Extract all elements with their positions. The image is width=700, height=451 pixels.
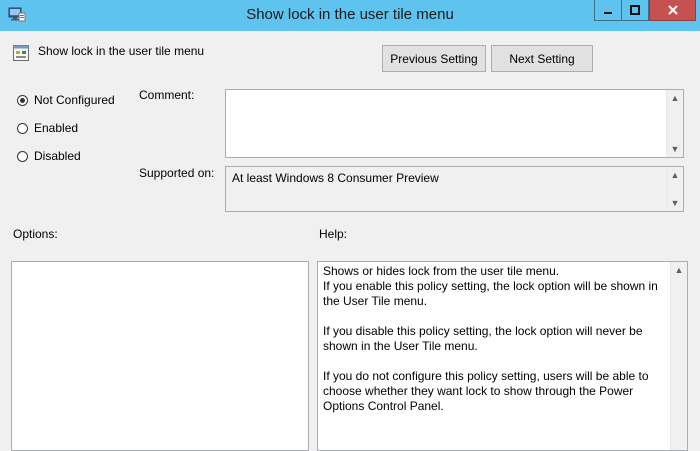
- previous-setting-button[interactable]: Previous Setting: [382, 45, 486, 72]
- scroll-up-icon[interactable]: ▲: [667, 90, 683, 106]
- comment-textbox[interactable]: ▲ ▼: [225, 89, 684, 158]
- help-paragraph: If you do not configure this policy sett…: [323, 369, 649, 413]
- comment-scrollbar[interactable]: ▲ ▼: [666, 90, 683, 157]
- maximize-icon: [630, 5, 640, 15]
- dialog-body: Show lock in the user tile menu Previous…: [0, 31, 700, 451]
- maximize-button[interactable]: [621, 0, 649, 21]
- help-paragraph: If you enable this policy setting, the l…: [323, 279, 658, 308]
- comment-label: Comment:: [139, 88, 195, 102]
- scroll-up-icon[interactable]: ▲: [671, 262, 687, 278]
- minimize-icon: [604, 12, 612, 14]
- supported-on-field[interactable]: At least Windows 8 Consumer Preview ▲ ▼: [225, 166, 684, 212]
- scroll-down-icon[interactable]: ▼: [667, 141, 683, 157]
- help-panel[interactable]: Shows or hides lock from the user tile m…: [317, 261, 688, 451]
- title-bar[interactable]: Show lock in the user tile menu: [0, 0, 700, 31]
- help-label: Help:: [319, 227, 348, 241]
- help-paragraph: Shows or hides lock from the user tile m…: [323, 264, 560, 278]
- radio-disabled[interactable]: Disabled: [17, 149, 81, 163]
- help-paragraph: If you disable this policy setting, the …: [323, 324, 643, 353]
- options-label: Options:: [13, 227, 58, 241]
- radio-label-disabled: Disabled: [34, 149, 81, 163]
- radio-label-not-configured: Not Configured: [34, 93, 115, 107]
- policy-name: Show lock in the user tile menu: [38, 44, 205, 58]
- supported-on-scrollbar[interactable]: ▲ ▼: [666, 167, 683, 211]
- scroll-up-icon[interactable]: ▲: [667, 167, 683, 183]
- radio-not-configured[interactable]: Not Configured: [17, 93, 115, 107]
- help-text: Shows or hides lock from the user tile m…: [323, 264, 665, 429]
- supported-on-value: At least Windows 8 Consumer Preview: [232, 171, 439, 185]
- close-icon: [667, 5, 678, 15]
- next-setting-label: Next Setting: [509, 51, 575, 66]
- previous-setting-label: Previous Setting: [390, 51, 478, 66]
- radio-indicator: [17, 150, 28, 162]
- radio-indicator: [17, 122, 28, 134]
- minimize-button[interactable]: [594, 0, 622, 21]
- radio-enabled[interactable]: Enabled: [17, 121, 78, 135]
- radio-label-enabled: Enabled: [34, 121, 79, 135]
- policy-setting-icon: [13, 45, 29, 61]
- radio-selected-indicator: [17, 94, 28, 106]
- close-button[interactable]: [649, 0, 696, 21]
- scroll-down-icon[interactable]: ▼: [667, 195, 683, 211]
- next-setting-button[interactable]: Next Setting: [491, 45, 593, 72]
- options-panel: [11, 261, 309, 451]
- supported-on-label: Supported on:: [139, 166, 215, 180]
- help-scrollbar[interactable]: ▲: [670, 262, 687, 450]
